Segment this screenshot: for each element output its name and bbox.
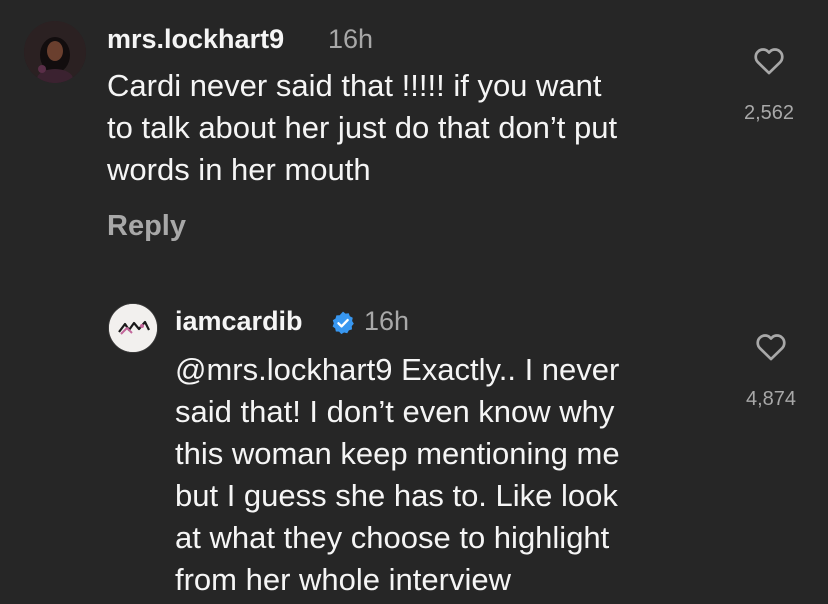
heart-icon[interactable] (754, 330, 788, 364)
comments-panel: mrs.lockhart9 16h Cardi never said that … (0, 0, 828, 604)
comment-text-line: words in her mouth (107, 152, 371, 187)
heart-icon[interactable] (752, 44, 786, 78)
comment-username[interactable]: mrs.lockhart9 (107, 24, 284, 55)
avatar[interactable] (108, 303, 158, 353)
comment-text-line: but I guess she has to. Like look (175, 478, 618, 513)
comment-text-line: from her whole interview (175, 562, 511, 597)
comment-text-line: this woman keep mentioning me (175, 436, 620, 471)
comment-text-line: said that! I don’t even know why (175, 394, 615, 429)
comment-username[interactable]: iamcardib (175, 306, 303, 337)
comment-time: 16h (364, 306, 410, 336)
reply-button[interactable]: Reply (107, 210, 186, 243)
avatar[interactable] (24, 21, 86, 83)
comment-text-line: to talk about her just do that don’t put (107, 110, 618, 145)
comment-time: 16h (328, 24, 374, 54)
comment-text-line: @mrs.lockhart9 Exactly.. I never (175, 352, 620, 387)
comment-text: @mrs.lockhart9 Exactly.. I never said th… (175, 349, 735, 601)
comment-text-line: at what they choose to highlight (175, 520, 610, 555)
comment-text-line: Cardi never said that !!!!! if you want (107, 68, 602, 103)
like-count: 2,562 (743, 102, 795, 124)
verified-badge-icon (332, 311, 354, 335)
like-count: 4,874 (745, 388, 797, 410)
comment-text: Cardi never said that !!!!! if you want … (107, 65, 727, 191)
